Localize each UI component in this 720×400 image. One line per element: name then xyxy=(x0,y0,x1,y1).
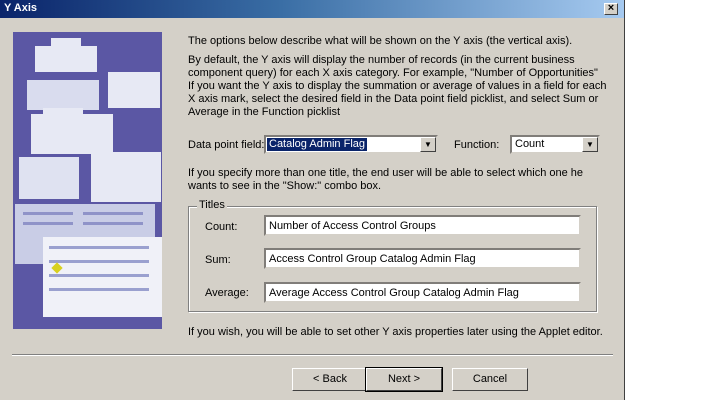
intro-paragraph-2: By default, the Y axis will display the … xyxy=(188,54,598,79)
data-point-field-value: Catalog Admin Flag xyxy=(267,138,367,151)
sum-title-label: Sum: xyxy=(205,254,231,266)
titles-note: If you specify more than one title, the … xyxy=(188,167,584,192)
function-label: Function: xyxy=(454,139,500,151)
separator xyxy=(12,354,613,356)
data-point-field-combo[interactable]: Catalog Admin Flag ▼ xyxy=(264,135,438,154)
function-combo[interactable]: Count ▼ xyxy=(510,135,600,154)
titles-group-legend: Titles xyxy=(197,199,227,211)
close-button[interactable]: × xyxy=(604,3,618,15)
chevron-down-icon[interactable]: ▼ xyxy=(582,137,598,152)
title-bar[interactable]: Y Axis × xyxy=(0,0,624,18)
function-value: Count xyxy=(515,138,545,150)
window-title: Y Axis xyxy=(4,2,38,14)
next-button[interactable]: Next > xyxy=(365,367,443,392)
average-title-label: Average: xyxy=(205,287,249,299)
back-button[interactable]: < Back xyxy=(292,368,368,391)
footer-note: If you wish, you will be able to set oth… xyxy=(188,326,603,338)
count-title-input[interactable]: Number of Access Control Groups xyxy=(264,215,581,236)
intro-paragraph-1: The options below describe what will be … xyxy=(188,35,573,47)
intro-paragraph-3: If you want the Y axis to display the su… xyxy=(188,80,607,118)
cancel-button[interactable]: Cancel xyxy=(452,368,528,391)
count-title-label: Count: xyxy=(205,221,238,233)
wizard-illustration xyxy=(13,32,162,329)
y-axis-dialog: Y Axis × The options below describe what… xyxy=(0,0,625,400)
chevron-down-icon[interactable]: ▼ xyxy=(420,137,436,152)
average-title-input[interactable]: Average Access Control Group Catalog Adm… xyxy=(264,282,581,303)
sum-title-input[interactable]: Access Control Group Catalog Admin Flag xyxy=(264,248,581,269)
data-point-field-label: Data point field: xyxy=(188,139,265,151)
